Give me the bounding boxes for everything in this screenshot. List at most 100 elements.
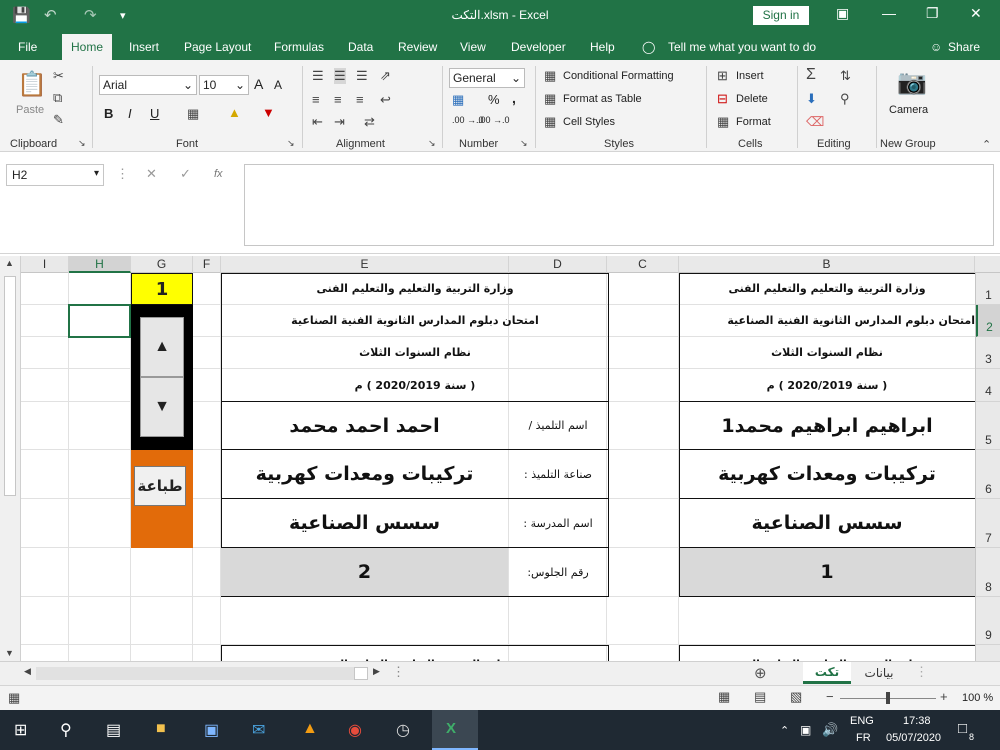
macro-record-icon[interactable]: ▦	[8, 690, 20, 706]
tab-page-layout[interactable]: Page Layout	[184, 40, 251, 54]
insert-function-button[interactable]: fx	[214, 168, 223, 180]
column-header-F[interactable]: F	[193, 256, 221, 273]
camera-icon[interactable]: 📷	[897, 68, 927, 97]
format-button[interactable]: Format	[736, 116, 771, 128]
cell-styles-button[interactable]: Cell Styles	[563, 116, 615, 128]
align-middle-icon[interactable]: ☰	[334, 68, 346, 84]
input-language[interactable]: ENG	[850, 715, 874, 727]
zoom-out-icon[interactable]: −	[826, 689, 834, 704]
spin-up-button[interactable]: ▲	[140, 317, 184, 377]
column-header-D[interactable]: D	[509, 256, 607, 273]
sign-in-button[interactable]: Sign in	[753, 6, 809, 25]
sort-filter-icon[interactable]: ⇅	[840, 68, 851, 84]
scroll-left-icon[interactable]: ◀	[24, 666, 31, 677]
column-header-B[interactable]: B	[679, 256, 975, 273]
active-cell-H2[interactable]	[68, 304, 131, 338]
fill-icon[interactable]: ⬇	[806, 91, 817, 107]
tab-file[interactable]: File	[18, 40, 37, 54]
decrease-decimal-button[interactable]: .00 →.0	[478, 115, 510, 125]
align-bottom-icon[interactable]: ☰	[356, 68, 368, 84]
find-select-icon[interactable]: ⚲	[840, 91, 850, 107]
spin-down-button[interactable]: ▼	[140, 377, 184, 437]
row-header-1[interactable]: 1	[976, 273, 1000, 305]
text-direction-icon[interactable]: ⇄	[364, 114, 375, 130]
zoom-in-icon[interactable]: +	[940, 689, 948, 704]
row-header-6[interactable]: 6	[976, 450, 1000, 499]
font-color-icon[interactable]: ▼	[262, 105, 275, 120]
minimize-icon[interactable]: —	[882, 5, 896, 21]
windows-start-icon[interactable]: ⊞	[14, 720, 27, 740]
number-launcher-icon[interactable]: ↘	[520, 138, 528, 149]
column-header-I[interactable]: I	[21, 256, 69, 273]
cancel-formula-icon[interactable]: ✕	[146, 166, 157, 182]
font-size-combo[interactable]: 10 ⌄	[199, 75, 249, 95]
more-sheets-icon[interactable]: ⋮	[915, 664, 928, 680]
autosum-icon[interactable]: Σ	[806, 66, 816, 84]
tab-formulas[interactable]: Formulas	[274, 40, 324, 54]
delete-button[interactable]: Delete	[736, 93, 768, 105]
alignment-launcher-icon[interactable]: ↘	[428, 138, 436, 149]
network-icon[interactable]: ▣	[800, 723, 811, 737]
row-header-2[interactable]: 2	[976, 305, 1000, 337]
show-hidden-icons-icon[interactable]: ⌃	[780, 724, 789, 737]
keyboard-layout[interactable]: FR	[856, 732, 871, 744]
decrease-indent-icon[interactable]: ⇤	[312, 114, 323, 130]
clock-date[interactable]: 05/07/2020	[886, 732, 941, 744]
shrink-font-button[interactable]: A	[274, 78, 282, 92]
tell-me-search[interactable]: Tell me what you want to do	[668, 40, 816, 54]
counter-cell[interactable]: 1	[131, 273, 193, 305]
worksheet-grid[interactable]: 1 ▲ ▼ طباعة وزارة التربية والتعليم والتع…	[21, 273, 975, 661]
column-header-C[interactable]: C	[607, 256, 679, 273]
column-header-H[interactable]: H	[69, 256, 131, 273]
close-icon[interactable]: ✕	[970, 5, 982, 22]
share-button[interactable]: Share	[948, 40, 980, 54]
tab-data[interactable]: Data	[348, 40, 373, 54]
mail-icon[interactable]: ✉	[252, 720, 265, 740]
borders-icon[interactable]: ▦	[187, 106, 199, 122]
search-icon[interactable]: ⚲	[60, 720, 72, 740]
vertical-scrollbar[interactable]: ▲ ▼	[0, 256, 21, 661]
italic-button[interactable]: I	[128, 106, 132, 121]
sheet-tab-active[interactable]: تكت	[803, 662, 851, 684]
row-header-7[interactable]: 7	[976, 499, 1000, 548]
ribbon-display-icon[interactable]: ▣	[836, 5, 849, 22]
print-button[interactable]: طباعة	[134, 466, 186, 506]
insert-button[interactable]: Insert	[736, 70, 764, 82]
paste-icon[interactable]: 📋	[17, 70, 47, 99]
percent-button[interactable]: %	[488, 92, 500, 107]
chrome-icon[interactable]: ◉	[348, 720, 362, 740]
clear-icon[interactable]: ⌫	[806, 114, 824, 130]
row-header-8[interactable]: 8	[976, 548, 1000, 597]
name-box[interactable]: H2 ▾	[6, 164, 104, 186]
add-sheet-icon[interactable]: ⊕	[754, 664, 767, 682]
notifications-icon[interactable]: □	[958, 720, 967, 737]
font-launcher-icon[interactable]: ↘	[287, 138, 295, 149]
row-header-4[interactable]: 4	[976, 369, 1000, 402]
page-break-view-icon[interactable]: ▧	[790, 689, 802, 705]
scroll-down-icon[interactable]: ▼	[5, 648, 14, 658]
currency-icon[interactable]: ▦	[452, 92, 464, 108]
formula-input[interactable]	[244, 164, 994, 246]
horizontal-scrollbar[interactable]	[36, 667, 368, 680]
conditional-formatting-button[interactable]: Conditional Formatting	[563, 70, 674, 82]
row-header-9[interactable]: 9	[976, 597, 1000, 645]
volume-icon[interactable]: 🔊	[822, 722, 838, 738]
tab-review[interactable]: Review	[398, 40, 437, 54]
align-left-icon[interactable]: ≡	[312, 92, 320, 107]
tab-home[interactable]: Home	[62, 34, 113, 60]
orientation-icon[interactable]: ⇗	[380, 68, 391, 84]
row-header-5[interactable]: 5	[976, 402, 1000, 450]
font-name-combo[interactable]: Arial ⌄	[99, 75, 197, 95]
fill-color-icon[interactable]: ▲	[228, 105, 241, 120]
grow-font-button[interactable]: A	[254, 76, 263, 92]
format-as-table-button[interactable]: Format as Table	[563, 93, 642, 105]
collapse-ribbon-icon[interactable]: ⌃	[982, 138, 991, 151]
enter-formula-icon[interactable]: ✓	[180, 166, 191, 182]
column-header-G[interactable]: G	[131, 256, 193, 273]
page-layout-view-icon[interactable]: ▤	[754, 689, 766, 705]
clipboard-launcher-icon[interactable]: ↘	[78, 138, 86, 149]
tab-insert[interactable]: Insert	[129, 40, 159, 54]
scroll-up-icon[interactable]: ▲	[5, 258, 14, 268]
scroll-thumb[interactable]	[4, 276, 16, 496]
tab-help[interactable]: Help	[590, 40, 615, 54]
